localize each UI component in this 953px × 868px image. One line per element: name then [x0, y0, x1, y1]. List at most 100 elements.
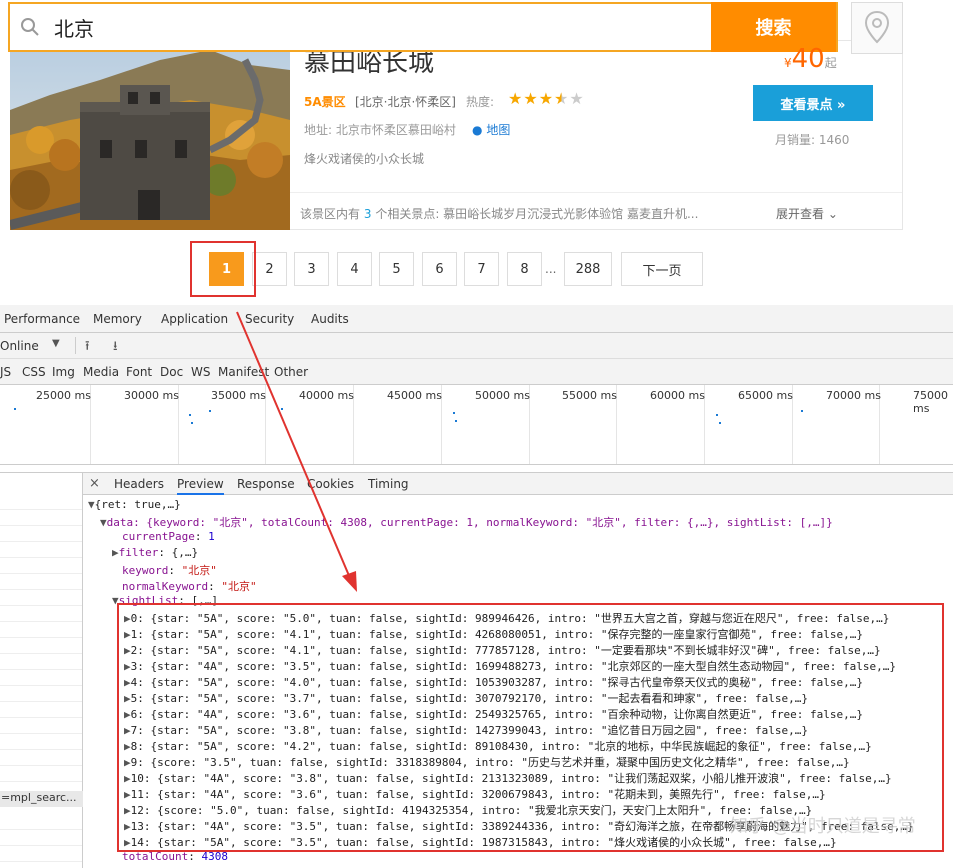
filter-css[interactable]: CSS [22, 365, 46, 379]
page-button-7[interactable]: 7 [464, 252, 499, 286]
timeline-tick: 65000 ms [738, 389, 793, 402]
search-result-page: 慕田峪长城 北京 搜索 5A景区 [北京·北京·怀柔区] 热度: ★★★★★ 地… [0, 0, 953, 305]
request-row[interactable] [0, 701, 82, 718]
selected-request-row[interactable]: =mpl_searc... [0, 791, 83, 807]
request-row[interactable] [0, 509, 82, 526]
tab-audits[interactable]: Audits [311, 312, 349, 326]
timeline-tick: 50000 ms [475, 389, 530, 402]
expand-related-link[interactable]: 展开查看 ⌄ [776, 205, 838, 222]
timeline-tick: 25000 ms [36, 389, 91, 402]
request-marker [453, 412, 455, 414]
tab-preview[interactable]: Preview [177, 477, 224, 495]
request-row[interactable] [0, 829, 82, 846]
related-sights-bar: 该景区内有 3 个相关景点: 慕田峪长城岁月沉浸式光影体验馆 嘉麦直升机... … [290, 192, 902, 229]
request-marker [191, 422, 193, 424]
timeline-tick: 70000 ms [826, 389, 881, 402]
json-value: "北京" [181, 564, 217, 577]
location-button[interactable] [851, 2, 903, 54]
tab-performance[interactable]: Performance [4, 312, 80, 326]
map-link[interactable]: ● 地图 [472, 121, 510, 138]
expand-triangle-icon[interactable]: ▼ [88, 498, 95, 511]
filter-doc[interactable]: Doc [160, 365, 183, 379]
location-pin-icon [863, 10, 891, 47]
filter-other[interactable]: Other [274, 365, 308, 379]
timeline-tick: 35000 ms [211, 389, 266, 402]
page-button-6[interactable]: 6 [422, 252, 457, 286]
request-row[interactable] [0, 669, 82, 686]
request-row[interactable] [0, 541, 82, 558]
filter-manifest[interactable]: Manifest [218, 365, 269, 379]
close-icon[interactable]: × [89, 476, 100, 491]
request-row[interactable] [0, 621, 82, 638]
request-row[interactable] [0, 685, 82, 702]
toolbar-divider [75, 337, 76, 354]
request-marker [801, 410, 803, 412]
page-button-2[interactable]: 2 [252, 252, 287, 286]
request-row[interactable] [0, 765, 82, 782]
throttling-select[interactable]: Online [0, 339, 39, 353]
expand-triangle-icon[interactable]: ▶ [112, 546, 119, 559]
tab-memory[interactable]: Memory [93, 312, 142, 326]
download-icon[interactable]: ⭳ [113, 337, 118, 359]
timeline-tick: 30000 ms [124, 389, 179, 402]
request-row[interactable] [0, 733, 82, 750]
filter-img[interactable]: Img [52, 365, 75, 379]
tab-headers[interactable]: Headers [114, 477, 164, 491]
related-prefix: 该景区内有 [300, 207, 361, 221]
request-row[interactable] [0, 573, 82, 590]
json-root[interactable]: ▼{ret: true,…} [88, 498, 181, 511]
star-icon: ★ [508, 89, 524, 108]
tab-timing[interactable]: Timing [368, 477, 409, 491]
resource-type-filters: JS CSS Img Media Font Doc WS Manifest Ot… [0, 359, 953, 385]
json-normalkeyword: normalKeyword: "北京" [122, 580, 257, 593]
timeline-tick: 40000 ms [299, 389, 354, 402]
request-row[interactable] [0, 493, 82, 510]
filter-ws[interactable]: WS [191, 365, 210, 379]
devtools-tabbar: Performance Memory Application Security … [0, 305, 953, 333]
rating-stars: ★★★★★ [508, 89, 585, 108]
request-row[interactable] [0, 605, 82, 622]
filter-font[interactable]: Font [126, 365, 152, 379]
request-row[interactable] [0, 749, 82, 766]
page-button-8[interactable]: 8 [507, 252, 542, 286]
tab-application[interactable]: Application [161, 312, 228, 326]
network-timeline[interactable]: 25000 ms 30000 ms 35000 ms 40000 ms 4500… [0, 385, 953, 465]
json-filter[interactable]: ▶filter: {,…} [112, 546, 198, 559]
request-row[interactable] [0, 557, 82, 574]
request-row[interactable] [0, 637, 82, 654]
request-marker [281, 408, 283, 410]
view-sight-button[interactable]: 查看景点 » [753, 85, 873, 121]
chevron-down-icon[interactable]: ▼ [52, 338, 60, 349]
request-row[interactable] [0, 845, 82, 862]
request-row[interactable] [0, 813, 82, 830]
filter-js[interactable]: JS [0, 365, 11, 379]
star-half-icon: ★ [554, 89, 570, 108]
request-row[interactable] [0, 525, 82, 542]
tab-cookies[interactable]: Cookies [307, 477, 354, 491]
next-page-button[interactable]: 下一页 [621, 252, 703, 286]
expand-triangle-icon[interactable]: ▼ [100, 516, 107, 529]
tab-response[interactable]: Response [237, 477, 295, 491]
sight-intro: 烽火戏诸侯的小众长城 [304, 152, 425, 166]
page-button-3[interactable]: 3 [294, 252, 329, 286]
request-row[interactable] [0, 653, 82, 670]
page-button-4[interactable]: 4 [337, 252, 372, 286]
pagination: 1 2 3 4 5 6 7 8 ... 288 下一页 [190, 240, 893, 300]
json-data-node[interactable]: ▼data: {keyword: "北京", totalCount: 4308,… [100, 514, 833, 530]
price-value: 40 [791, 44, 825, 74]
related-list[interactable]: 个相关景点: 慕田峪长城岁月沉浸式光影体验馆 嘉麦直升机... [375, 207, 698, 221]
filter-media[interactable]: Media [83, 365, 119, 379]
page-button-5[interactable]: 5 [379, 252, 414, 286]
request-list[interactable] [0, 473, 83, 868]
sight-photo[interactable] [10, 40, 290, 230]
timeline-tick: 75000 ms [913, 389, 948, 415]
monthly-sales: 月销量: 1460 [775, 133, 850, 147]
chevron-down-icon: ⌄ [827, 207, 838, 221]
request-detail-tabs: × Headers Preview Response Cookies Timin… [83, 473, 953, 495]
tab-security[interactable]: Security [245, 312, 294, 326]
json-key: currentPage [122, 530, 195, 543]
request-row[interactable] [0, 589, 82, 606]
request-row[interactable] [0, 717, 82, 734]
upload-icon[interactable]: ⭱ [85, 337, 90, 359]
page-button-last[interactable]: 288 [564, 252, 612, 286]
